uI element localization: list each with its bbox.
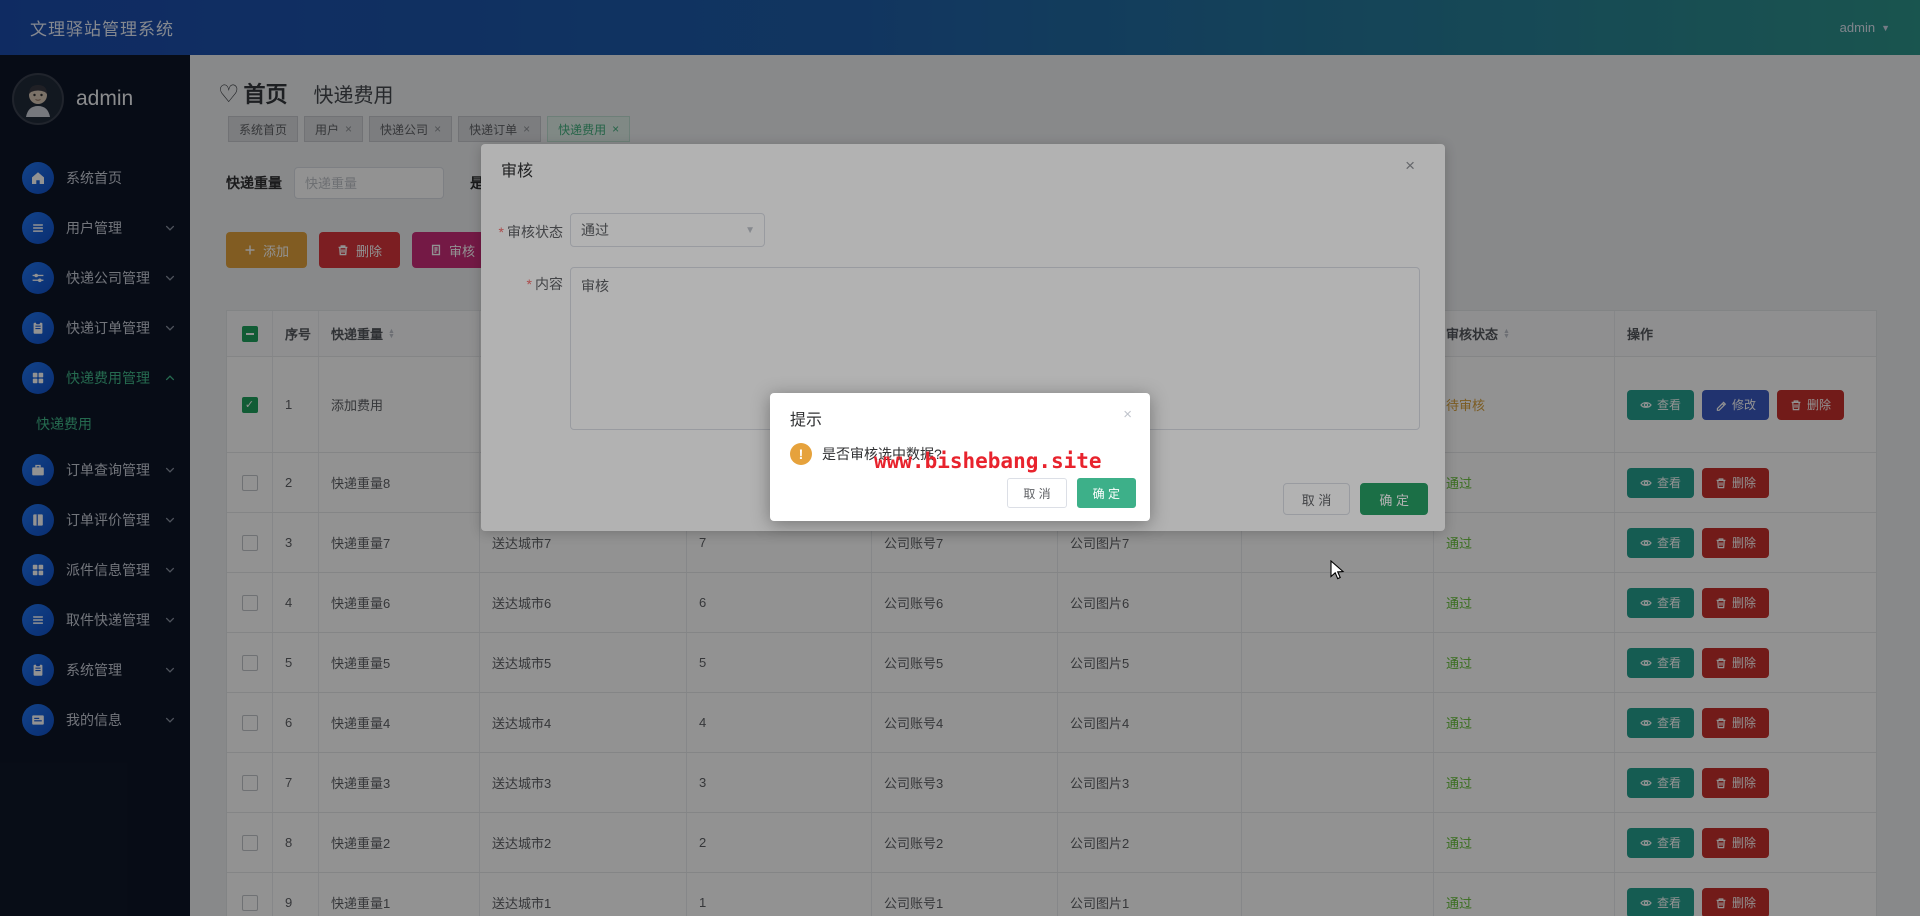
confirm-dialog-title: 提示 [790,412,823,429]
watermark-text: www.bishebang.site [874,449,1102,473]
close-icon[interactable]: × [1123,406,1132,423]
dialog-cancel-button[interactable]: 取 消 [1007,478,1067,508]
confirm-dialog: 提示 × ! 是否审核选中数据? www.bishebang.site 取 消 … [770,393,1150,521]
confirm-dialog-footer: 取 消 确 定 [1007,478,1136,508]
dialog-confirm-button[interactable]: 确 定 [1076,478,1136,508]
warning-icon: ! [790,443,812,465]
